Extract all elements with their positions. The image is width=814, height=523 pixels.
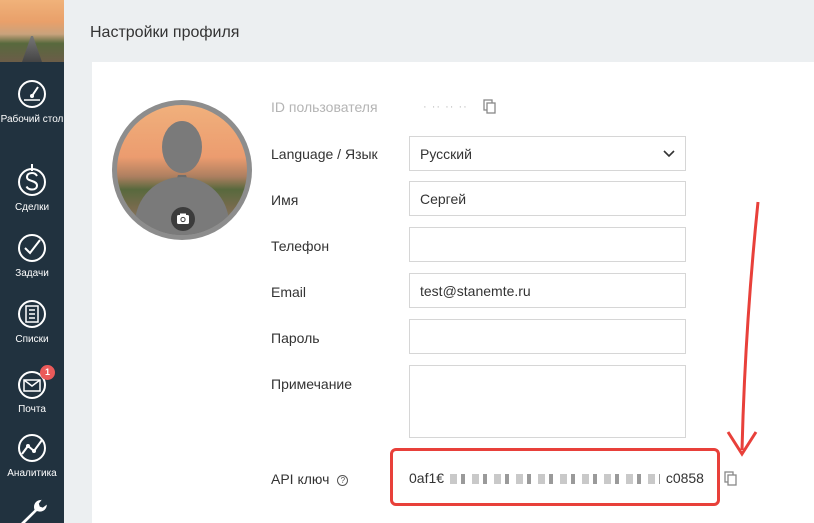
- language-label: Language / Язык: [271, 146, 378, 162]
- user-id-value: · ·· ·· ··: [423, 101, 468, 113]
- sidebar-item-lists[interactable]: Списки: [0, 298, 64, 346]
- sidebar-item-label: Задачи: [15, 268, 49, 279]
- password-input[interactable]: [409, 319, 686, 354]
- language-selected-value: Русский: [420, 145, 472, 162]
- sidebar-item-dashboard[interactable]: Рабочий стол: [0, 78, 64, 126]
- copy-api-key-icon[interactable]: [724, 471, 738, 487]
- sidebar-item-deals[interactable]: Сделки: [0, 162, 64, 214]
- sidebar-item-label: Аналитика: [7, 468, 57, 479]
- sidebar-item-mail[interactable]: 1 Почта: [0, 365, 64, 416]
- check-circle-icon: [18, 234, 46, 262]
- email-label: Email: [271, 284, 307, 300]
- sidebar-item-label: Сделки: [14, 202, 50, 213]
- phone-label: Телефон: [271, 238, 330, 254]
- sidebar-item-label: Почта: [18, 404, 46, 415]
- sidebar: Рабочий стол Сделки Задачи Списки 1 Почт…: [0, 0, 64, 523]
- name-label: Имя: [271, 192, 299, 208]
- annotation-arrow-icon: [726, 201, 760, 457]
- note-textarea[interactable]: [409, 365, 686, 438]
- api-key-label: API ключ: [271, 471, 330, 487]
- sidebar-item-tasks[interactable]: Задачи: [0, 232, 64, 280]
- camera-icon[interactable]: [171, 207, 195, 231]
- sidebar-item-analytics[interactable]: Аналитика: [0, 432, 64, 480]
- analytics-icon: [18, 434, 46, 462]
- api-key-label-row: API ключ ?: [271, 471, 349, 487]
- phone-input[interactable]: [409, 227, 686, 262]
- sidebar-item-label: Рабочий стол: [0, 114, 64, 125]
- copy-id-icon[interactable]: [483, 99, 497, 115]
- sidebar-item-label: Списки: [15, 334, 49, 345]
- dashboard-icon: [18, 80, 46, 108]
- page-title: Настройки профиля: [90, 24, 240, 41]
- list-icon: [18, 300, 46, 328]
- note-label: Примечание: [271, 376, 353, 392]
- wrench-icon: [21, 499, 47, 523]
- language-select[interactable]: Русский: [409, 136, 686, 171]
- mail-badge: 1: [40, 365, 55, 380]
- chevron-down-icon: [663, 149, 675, 157]
- sidebar-item-settings[interactable]: [0, 498, 64, 523]
- user-id-label: ID пользователя: [271, 99, 378, 115]
- sidebar-logo-image[interactable]: [0, 0, 64, 62]
- help-icon[interactable]: ?: [337, 474, 349, 486]
- email-input[interactable]: [409, 273, 686, 308]
- password-label: Пароль: [271, 330, 320, 346]
- silhouette-icon: [162, 121, 202, 173]
- name-input[interactable]: [409, 181, 686, 216]
- dollar-icon: [18, 164, 46, 196]
- highlight-box: [390, 448, 720, 506]
